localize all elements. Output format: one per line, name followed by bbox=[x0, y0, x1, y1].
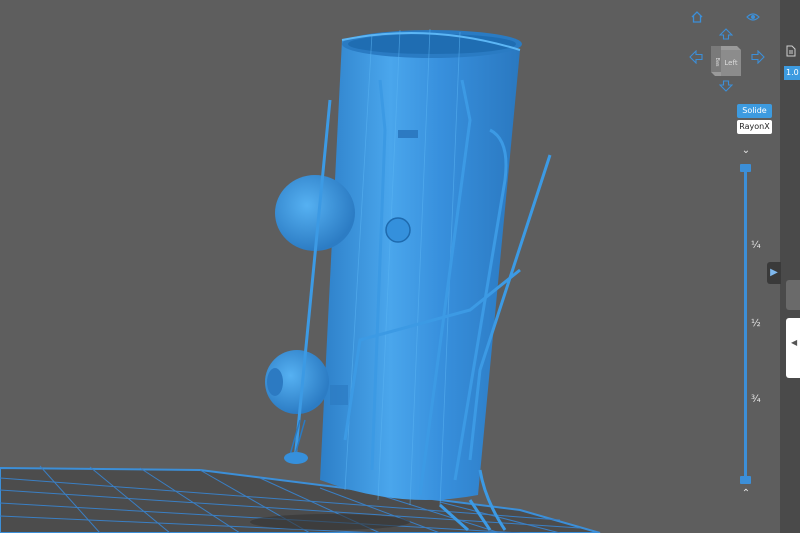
chevron-up-icon[interactable]: ⌃ bbox=[740, 488, 752, 500]
tank-model bbox=[265, 28, 552, 532]
side-panel-white[interactable]: ◀ bbox=[786, 318, 800, 378]
down-arrow-icon[interactable] bbox=[718, 80, 734, 96]
chevron-down-icon[interactable]: ⌄ bbox=[740, 145, 752, 157]
home-icon[interactable] bbox=[689, 10, 705, 26]
solid-mode-button[interactable]: Solide bbox=[737, 104, 772, 118]
eye-icon[interactable] bbox=[745, 10, 761, 26]
view-cube[interactable]: Left Bas bbox=[707, 42, 745, 80]
side-panel-grey[interactable] bbox=[786, 280, 800, 310]
scene-render[interactable] bbox=[0, 0, 800, 533]
slider-top-handle[interactable] bbox=[740, 164, 751, 172]
clip-slider-track[interactable] bbox=[744, 168, 747, 480]
xray-mode-button[interactable]: RayonX bbox=[737, 120, 772, 134]
chevron-right-icon[interactable]: ▶ bbox=[767, 262, 781, 284]
slider-tick-half: ½ bbox=[751, 318, 761, 329]
right-arrow-icon[interactable] bbox=[750, 49, 766, 66]
3d-viewport[interactable] bbox=[0, 0, 800, 533]
left-arrow-icon[interactable] bbox=[688, 49, 704, 66]
chevron-left-icon: ◀ bbox=[791, 338, 798, 347]
slider-bottom-handle[interactable] bbox=[740, 476, 751, 484]
viewcube-side-label: Bas bbox=[714, 57, 720, 66]
side-panel-tab[interactable]: 1.0 bbox=[784, 66, 800, 80]
slider-tick-three-quarters: ¾ bbox=[751, 394, 761, 405]
document-icon[interactable] bbox=[786, 42, 796, 57]
slider-tick-quarter: ¼ bbox=[751, 240, 761, 251]
viewcube-front-label: Left bbox=[724, 59, 737, 67]
